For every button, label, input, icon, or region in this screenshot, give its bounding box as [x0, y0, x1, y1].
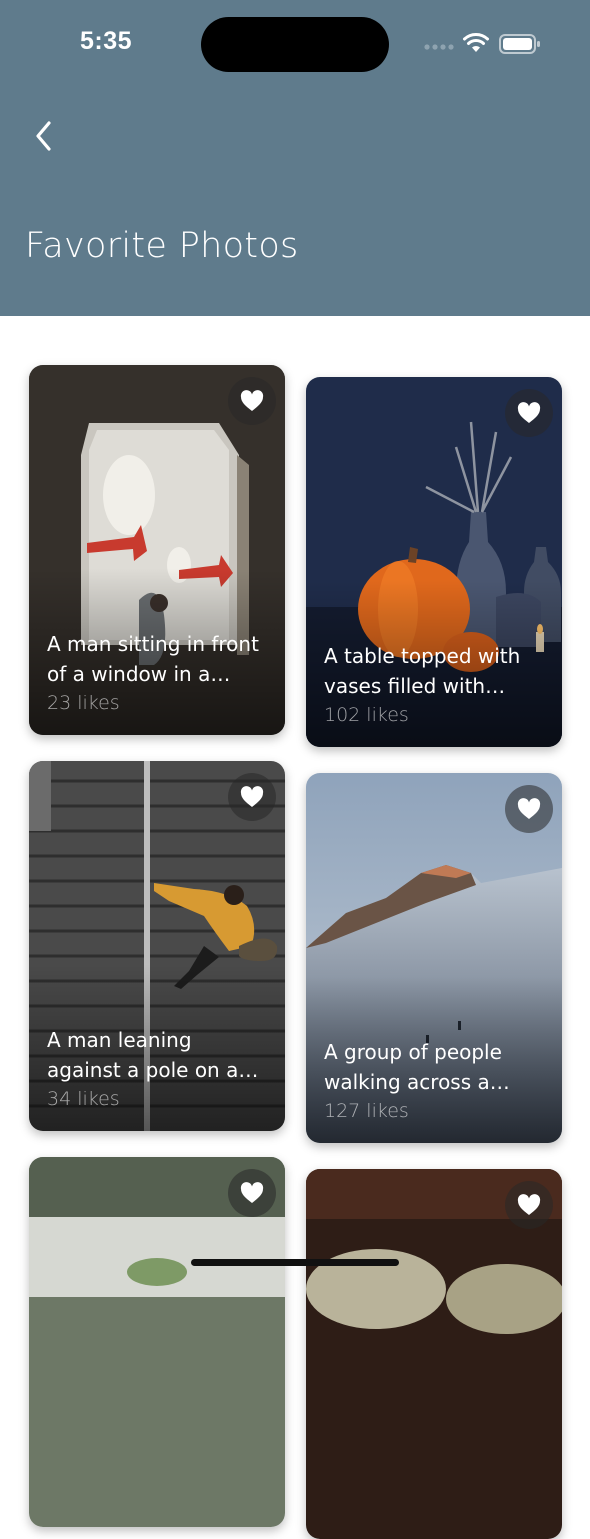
heart-icon — [240, 390, 264, 411]
photo-caption: A table topped with vases filled with pu… — [324, 644, 521, 698]
favorite-button[interactable] — [505, 389, 553, 437]
photo-likes: 127 likes — [324, 1100, 409, 1122]
favorite-button[interactable] — [505, 1181, 553, 1229]
photo-card[interactable]: A man leaning against a pole on a stairc… — [29, 761, 285, 1131]
heart-icon — [517, 402, 541, 423]
back-button[interactable] — [22, 114, 66, 158]
photo-likes: 102 likes — [324, 704, 409, 726]
favorite-button[interactable] — [228, 773, 276, 821]
dynamic-island — [201, 17, 389, 72]
wifi-icon — [463, 33, 489, 52]
battery-icon — [499, 34, 540, 54]
favorite-button[interactable] — [228, 1169, 276, 1217]
chevron-left-icon — [36, 121, 51, 151]
cellular-signal-icon — [424, 44, 454, 50]
photo-card[interactable] — [29, 1157, 285, 1527]
heart-icon — [517, 798, 541, 819]
photo-caption: A group of people walking across a snowy… — [324, 1040, 502, 1094]
photo-caption: A man sitting in front of a window in a … — [47, 632, 259, 686]
favorite-button[interactable] — [228, 377, 276, 425]
photo-likes: 23 likes — [47, 692, 120, 714]
photo-likes: 34 likes — [47, 1088, 120, 1110]
home-indicator[interactable] — [191, 1259, 399, 1266]
photo-card[interactable]: A man sitting in front of a window in a … — [29, 365, 285, 735]
header: 5:35 Favorite Photos — [0, 0, 590, 316]
favorite-button[interactable] — [505, 785, 553, 833]
heart-icon — [517, 1194, 541, 1215]
photo-card[interactable]: A table topped with vases filled with pu… — [306, 377, 562, 747]
heart-icon — [240, 1182, 264, 1203]
page-title: Favorite Photos — [25, 226, 299, 266]
photo-card[interactable]: A group of people walking across a snowy… — [306, 773, 562, 1143]
photo-card[interactable] — [306, 1169, 562, 1539]
photo-caption: A man leaning against a pole on a stairc… — [47, 1028, 239, 1082]
status-time: 5:35 — [80, 27, 133, 55]
heart-icon — [240, 786, 264, 807]
